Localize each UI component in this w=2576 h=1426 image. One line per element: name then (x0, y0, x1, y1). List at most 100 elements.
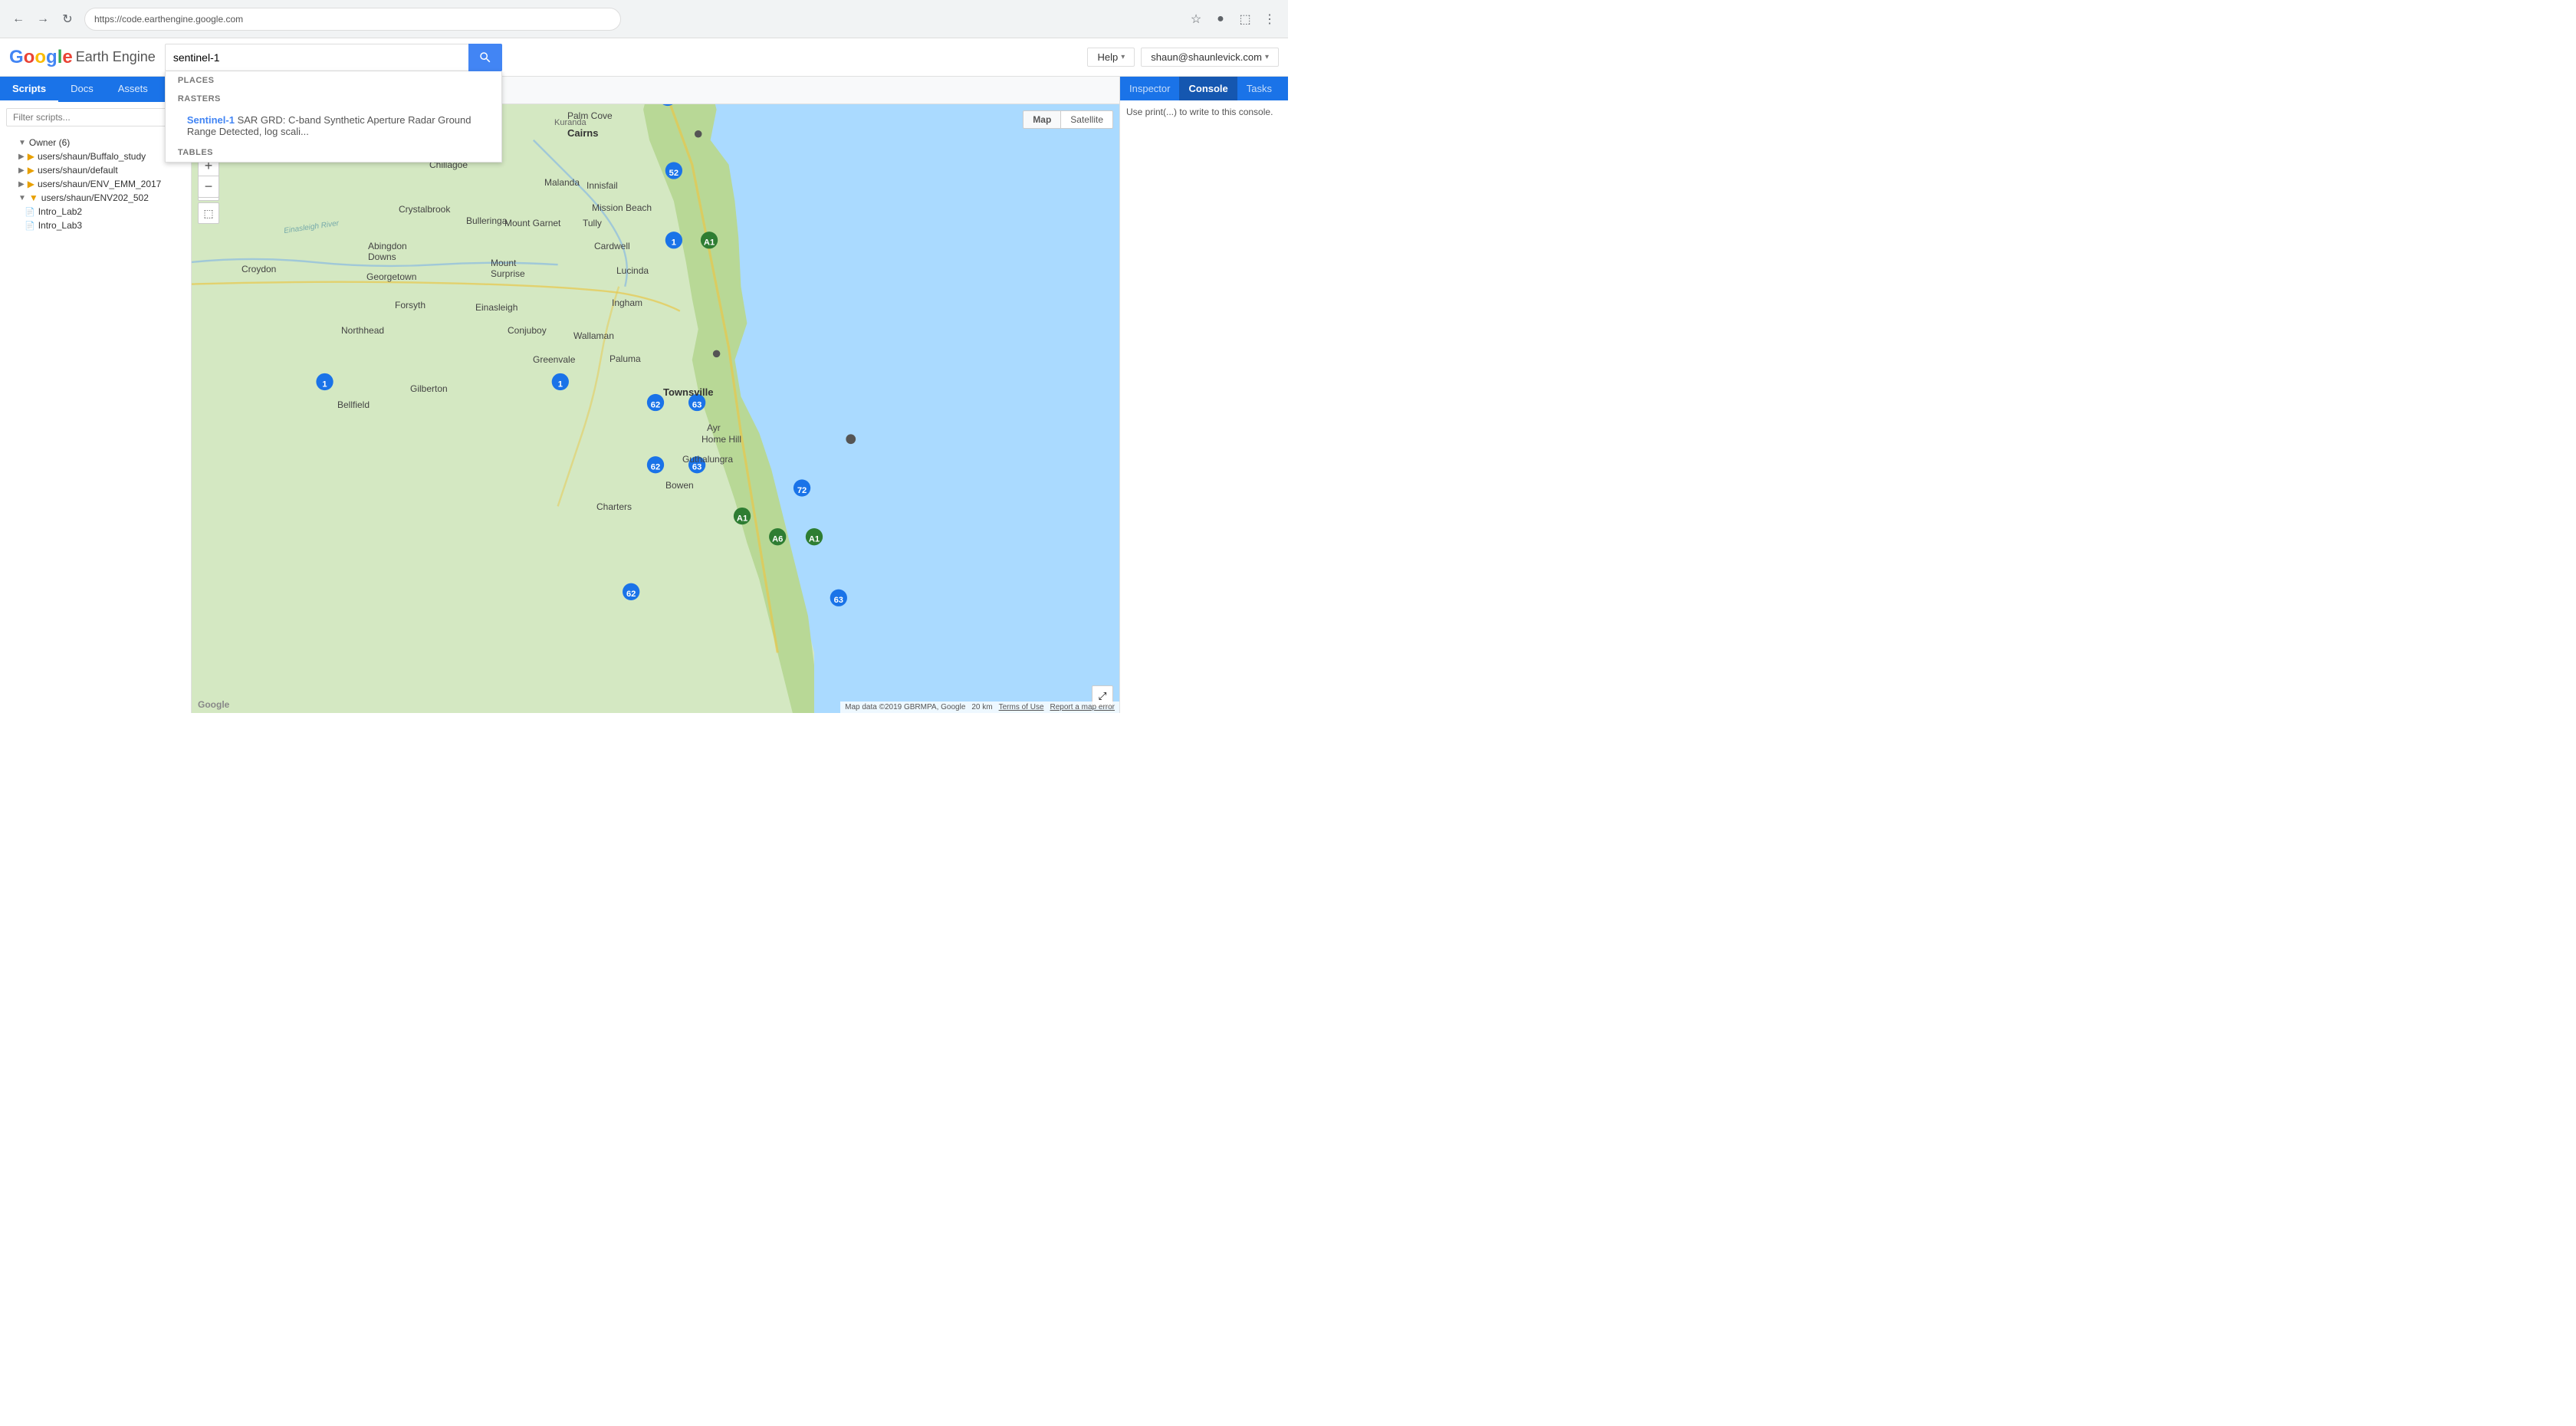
folder-icon: ▼ (29, 192, 38, 203)
svg-text:62: 62 (651, 463, 660, 472)
file-icon: 📄 (25, 221, 35, 231)
search-dropdown: PLACES RASTERS Sentinel-1 SAR GRD: C-ban… (165, 71, 502, 163)
app: Google Earth Engine PLACES RASTERS Se (0, 38, 1288, 713)
owner-label: Owner (6) (29, 137, 70, 148)
map-svg: 27 1 52 1 A1 1 1 62 63 (192, 104, 1119, 713)
map-attribution: Map data ©2019 GBRMPA, Google 20 km Term… (840, 702, 1119, 713)
tree-item-default[interactable]: ▶ ▶ users/shaun/default (6, 163, 185, 177)
tree-item-env202[interactable]: ▼ ▼ users/shaun/ENV202_502 (6, 191, 185, 205)
right-panel: Inspector Console Tasks Use print(...) t… (1119, 77, 1288, 713)
bookmark-icon[interactable]: ☆ (1185, 8, 1207, 30)
scripts-tree: ▼ Owner (6) ▶ ▶ users/shaun/Buffalo_stud… (0, 133, 191, 713)
left-tabs-nav: Scripts Docs Assets (0, 77, 191, 102)
extension-icon[interactable]: ⬚ (1234, 8, 1256, 30)
browser-nav-buttons: ← → ↻ (8, 8, 78, 30)
user-button[interactable]: shaun@shaunlevick.com ▾ (1141, 48, 1279, 67)
folder-arrow-icon: ▶ (18, 180, 25, 189)
tab-docs[interactable]: Docs (58, 77, 106, 102)
terms-link[interactable]: Terms of Use (999, 703, 1044, 711)
folder-arrow-icon: ▼ (18, 194, 26, 202)
tab-assets[interactable]: Assets (106, 77, 160, 102)
profile-icon[interactable]: ● (1210, 8, 1231, 30)
topbar-actions: Help ▾ shaun@shaunlevick.com ▾ (1087, 48, 1279, 67)
map-data-label: Map data ©2019 GBRMPA, Google (845, 703, 965, 711)
file-label: Intro_Lab3 (38, 220, 82, 231)
report-link[interactable]: Report a map error (1050, 703, 1115, 711)
topbar: Google Earth Engine PLACES RASTERS Se (0, 38, 1288, 77)
svg-text:62: 62 (626, 590, 636, 599)
address-bar[interactable]: https://code.earthengine.google.com (84, 8, 621, 31)
tree-item-buffalo[interactable]: ▶ ▶ users/shaun/Buffalo_study (6, 150, 185, 163)
folder-arrow-icon: ▶ (18, 166, 25, 175)
user-dropdown-arrow: ▾ (1265, 53, 1269, 61)
svg-text:A1: A1 (704, 238, 715, 248)
filter-scripts-input[interactable] (6, 108, 185, 127)
refresh-button[interactable]: ↻ (57, 8, 78, 30)
tables-header: TABLES (166, 143, 501, 162)
folder-icon: ▶ (28, 179, 34, 189)
zoom-out-button[interactable]: − (198, 176, 219, 198)
google-g-icon: Google (9, 47, 73, 68)
svg-text:63: 63 (834, 596, 843, 605)
tree-owner-section: ▼ Owner (6) ▶ ▶ users/shaun/Buffalo_stud… (6, 136, 185, 232)
sentinel-1-result[interactable]: Sentinel-1 SAR GRD: C-band Synthetic Ape… (166, 108, 501, 143)
search-icon (478, 51, 492, 64)
search-input[interactable] (165, 44, 502, 71)
svg-text:63: 63 (692, 400, 702, 409)
tree-owner-label[interactable]: ▼ Owner (6) (6, 136, 185, 150)
tab-tasks[interactable]: Tasks (1237, 77, 1281, 100)
browser-chrome: ← → ↻ https://code.earthengine.google.co… (0, 0, 1288, 38)
svg-text:1: 1 (672, 238, 676, 248)
svg-text:63: 63 (692, 463, 702, 472)
owner-arrow-icon: ▼ (18, 139, 26, 147)
browser-actions: ☆ ● ⬚ ⋮ (1185, 8, 1280, 30)
folder-label: users/shaun/ENV202_502 (41, 192, 149, 203)
svg-text:1: 1 (558, 380, 563, 389)
center-panel: Save ▾ Run ▾ Reset ▾ ⊞ ⚙ (192, 77, 1119, 713)
folder-icon: ▶ (28, 165, 34, 176)
tab-scripts[interactable]: Scripts (0, 77, 58, 102)
console-content: Use print(...) to write to this console. (1120, 100, 1288, 713)
folder-arrow-icon: ▶ (18, 153, 25, 161)
result-title: Sentinel-1 (187, 114, 235, 126)
tab-console[interactable]: Console (1179, 77, 1237, 100)
url-text: https://code.earthengine.google.com (94, 14, 243, 25)
logo: Google Earth Engine (9, 47, 156, 68)
folder-label: users/shaun/Buffalo_study (38, 151, 146, 162)
svg-text:52: 52 (669, 169, 678, 178)
forward-button[interactable]: → (32, 8, 54, 30)
folder-label: users/shaun/default (38, 165, 118, 176)
tree-item-env-emm[interactable]: ▶ ▶ users/shaun/ENV_EMM_2017 (6, 177, 185, 191)
search-container: PLACES RASTERS Sentinel-1 SAR GRD: C-ban… (165, 44, 502, 71)
console-hint-text: Use print(...) to write to this console. (1126, 107, 1273, 117)
main-area: Scripts Docs Assets ▼ Owner (6) ▶ ▶ user… (0, 77, 1288, 713)
more-icon[interactable]: ⋮ (1259, 8, 1280, 30)
help-dropdown-arrow: ▾ (1121, 53, 1125, 61)
map-type-map-button[interactable]: Map (1023, 110, 1061, 129)
tree-item-intro-lab3[interactable]: 📄 Intro_Lab3 (6, 219, 185, 232)
filter-scripts-area (0, 102, 191, 133)
back-button[interactable]: ← (8, 8, 29, 30)
svg-text:A1: A1 (809, 535, 820, 544)
map-type-satellite-button[interactable]: Satellite (1061, 110, 1113, 129)
right-tabs-nav: Inspector Console Tasks (1120, 77, 1288, 100)
places-header: PLACES (166, 71, 501, 90)
svg-text:62: 62 (651, 400, 660, 409)
svg-text:1: 1 (322, 380, 327, 389)
search-button[interactable] (468, 44, 502, 71)
map-google-logo: Google (198, 699, 229, 710)
help-button[interactable]: Help ▾ (1087, 48, 1135, 67)
app-title: Earth Engine (76, 49, 156, 65)
svg-text:72: 72 (797, 486, 807, 495)
file-icon: 📄 (25, 207, 35, 217)
scale-label: 20 km (971, 703, 992, 711)
svg-text:A6: A6 (772, 535, 783, 544)
map-area[interactable]: 27 1 52 1 A1 1 1 62 63 (192, 104, 1119, 713)
folder-icon: ▶ (28, 151, 34, 162)
svg-text:A1: A1 (737, 514, 748, 523)
tab-inspector[interactable]: Inspector (1120, 77, 1179, 100)
map-type-controls: Map Satellite (1023, 110, 1113, 129)
tree-item-intro-lab2[interactable]: 📄 Intro_Lab2 (6, 205, 185, 219)
rasters-header: RASTERS (166, 90, 501, 108)
rectangle-tool-button[interactable]: ⬚ (198, 202, 219, 224)
